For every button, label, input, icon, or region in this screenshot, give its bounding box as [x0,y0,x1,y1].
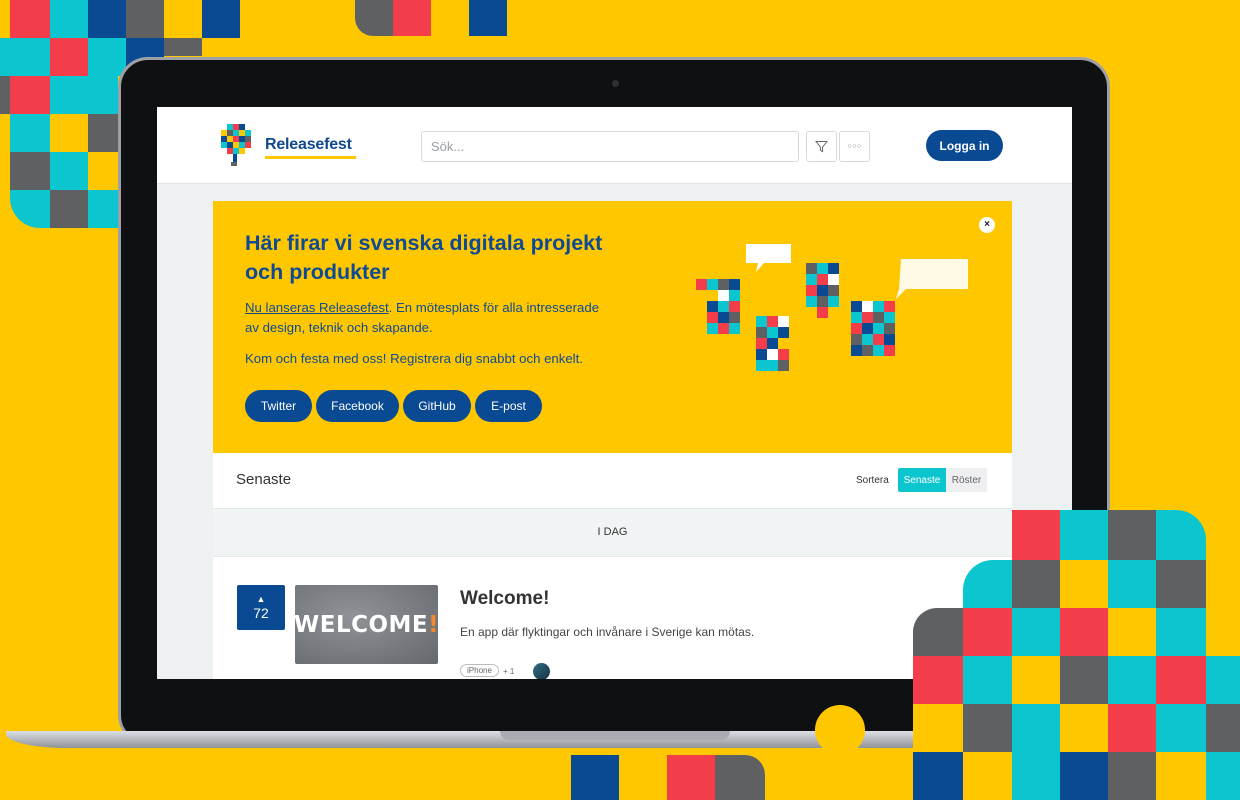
facebook-button[interactable]: Facebook [316,390,399,422]
search-input[interactable]: Sök... [421,131,799,162]
releasefest-logo-icon [221,124,251,166]
thumbnail-exclamation: ! [428,611,440,638]
banner-description: Nu lanseras Releasefest. En mötesplats f… [245,298,605,338]
day-divider: I DAG [213,509,1012,557]
close-banner-button[interactable]: × [979,217,995,233]
github-button[interactable]: GitHub [403,390,471,422]
brand-underline [265,156,356,159]
list-title: Senaste [236,471,292,488]
filter-button[interactable] [806,131,837,162]
browser-viewport: Releasefest Sök... ○○○ Logga in Här fira… [157,107,1072,679]
sort-votes-button[interactable]: Röster [946,468,987,492]
banner-headline: Här firar vi svenska digitala projekt oc… [245,231,603,284]
filter-icon [815,141,828,153]
twitter-button[interactable]: Twitter [245,390,312,422]
vote-count: 72 [253,604,269,621]
more-tags-count: + 1 [503,667,515,676]
list-item[interactable]: ▲ 72 WELCOME! Welcome! En app där flykti… [213,557,1012,679]
brand-name[interactable]: Releasefest [265,136,352,154]
sort-latest-button[interactable]: Senaste [898,468,946,492]
upvote-button[interactable]: ▲ 72 [237,585,285,630]
thumbnail-text: WELCOME! [294,612,439,638]
email-button[interactable]: E-post [475,390,542,422]
avatar[interactable] [533,663,550,679]
day-label: I DAG [597,526,628,538]
upvote-arrow-icon: ▲ [256,593,266,604]
welcome-banner: Här firar vi svenska digitala projekt oc… [213,201,1012,453]
platform-tag[interactable]: iPhone [460,664,499,677]
close-icon: × [984,219,990,230]
site-header: Releasefest Sök... ○○○ Logga in [157,107,1072,184]
camera-icon [612,80,619,87]
chat-bubbles-illustration [696,244,968,371]
list-header: Senaste Sortera Senaste Röster [213,453,1012,509]
post-description: En app där flyktingar och invånare i Sve… [460,625,755,639]
login-button[interactable]: Logga in [926,130,1003,161]
banner-invite: Kom och festa med oss! Registrera dig sn… [245,351,583,366]
sort-label: Sortera [856,475,889,486]
more-dots-icon: ○○○ [847,143,862,150]
thumbnail-word: WELCOME [293,611,429,638]
banner-launch-link[interactable]: Nu lanseras Releasefest [245,300,389,315]
more-button[interactable]: ○○○ [839,131,870,162]
laptop-notch [500,731,730,740]
post-thumbnail[interactable]: WELCOME! [294,585,439,664]
post-title[interactable]: Welcome! [460,588,549,610]
